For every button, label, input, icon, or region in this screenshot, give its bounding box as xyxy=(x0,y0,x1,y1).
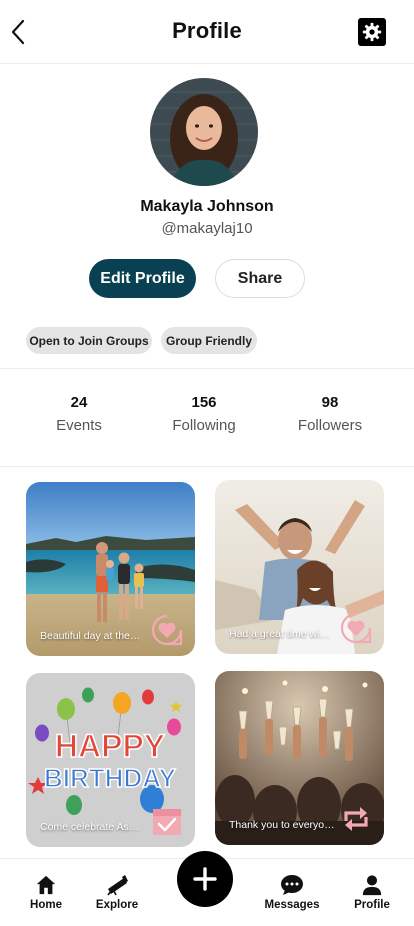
calendar-check-icon[interactable] xyxy=(151,805,183,837)
stat-label: Followers xyxy=(297,417,363,434)
divider xyxy=(0,466,414,467)
stat-events[interactable]: 24 Events xyxy=(24,394,134,434)
stat-value: 24 xyxy=(70,394,88,411)
divider xyxy=(0,368,414,369)
stat-followers[interactable]: 98 Followers xyxy=(275,394,385,434)
heart-icon[interactable] xyxy=(340,612,372,644)
tab-label: Profile xyxy=(354,899,390,911)
header: Profile xyxy=(0,0,414,64)
tab-profile[interactable]: Profile xyxy=(337,873,407,911)
birthday-image-text: BIRTHDAY xyxy=(44,763,176,793)
post-caption: Come celebrate As… xyxy=(40,821,140,833)
tag-group-friendly: Group Friendly xyxy=(161,327,257,354)
repost-icon[interactable] xyxy=(340,803,372,835)
birthday-image-text: HAPPY xyxy=(55,728,165,764)
stat-value: 98 xyxy=(321,394,339,411)
post-card[interactable]: Had a great time wi… xyxy=(215,480,384,654)
explore-icon xyxy=(107,875,128,896)
stat-label: Events xyxy=(56,417,102,434)
profile-handle: @makaylaj10 xyxy=(161,220,253,237)
post-card[interactable]: HAPPY BIRTHDAY Come celebrate As… xyxy=(26,673,195,847)
stat-label: Following xyxy=(172,417,236,434)
home-icon xyxy=(36,875,56,895)
settings-button[interactable] xyxy=(358,18,386,46)
edit-profile-button[interactable]: Edit Profile xyxy=(89,259,196,298)
post-caption: Had a great time wi… xyxy=(229,628,330,640)
post-card[interactable]: Beautiful day at the… xyxy=(26,482,195,656)
avatar xyxy=(150,78,258,186)
person-icon xyxy=(362,875,382,896)
plus-icon xyxy=(193,867,217,891)
tab-label: Home xyxy=(30,899,62,911)
gear-icon xyxy=(362,22,382,42)
create-button[interactable] xyxy=(177,851,233,907)
page-title: Profile xyxy=(172,18,242,43)
chat-bubble-icon xyxy=(281,875,303,895)
tab-explore[interactable]: Explore xyxy=(82,873,152,911)
tab-label: Messages xyxy=(264,899,320,911)
post-caption: Beautiful day at the… xyxy=(40,630,141,642)
heart-icon[interactable] xyxy=(151,614,183,646)
stat-following[interactable]: 156 Following xyxy=(149,394,259,434)
profile-name: Makayla Johnson xyxy=(140,198,274,215)
post-card[interactable]: Thank you to everyo… xyxy=(215,671,384,845)
stat-value: 156 xyxy=(191,394,217,411)
post-caption: Thank you to everyo… xyxy=(229,819,335,831)
tab-messages[interactable]: Messages xyxy=(257,873,327,911)
tab-label: Explore xyxy=(95,899,139,911)
tag-open-to-join-groups: Open to Join Groups xyxy=(26,327,152,354)
share-button[interactable]: Share xyxy=(215,259,305,298)
tab-home[interactable]: Home xyxy=(11,873,81,911)
